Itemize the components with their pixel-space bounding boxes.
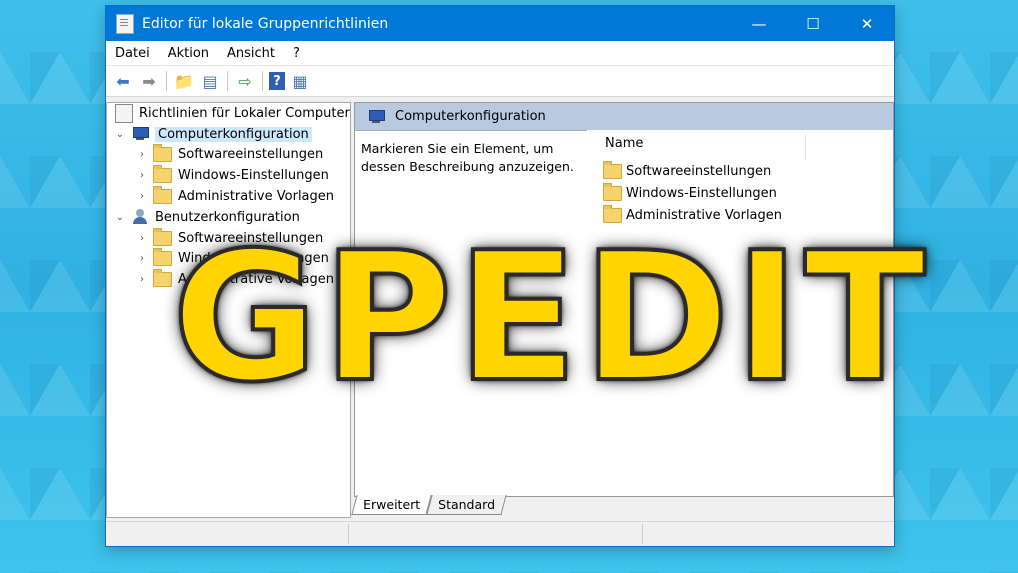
tab-erweitert[interactable]: Erweitert	[351, 495, 432, 515]
description-text: Markieren Sie ein Element, um dessen Bes…	[361, 141, 574, 174]
folder-icon	[153, 269, 172, 288]
details-title: Computerkonfiguration	[395, 109, 546, 124]
minimize-button[interactable]: —	[732, 6, 786, 41]
menu-help[interactable]: ?	[284, 46, 309, 61]
window-title: Editor für lokale Gruppenrichtlinien	[142, 15, 389, 32]
chevron-down-icon[interactable]: ⌄	[113, 129, 127, 140]
list-item-label: Windows-Einstellungen	[626, 186, 777, 201]
chevron-right-icon[interactable]: ›	[135, 170, 149, 181]
chevron-down-icon[interactable]: ⌄	[113, 212, 127, 223]
export-list-icon[interactable]: ⇨	[234, 70, 256, 92]
tree-item-label: Computerkonfiguration	[155, 126, 312, 142]
close-button[interactable]: ✕	[840, 6, 894, 41]
chevron-right-icon[interactable]: ›	[135, 274, 149, 285]
tree-item-label: Windows-Einstellungen	[178, 168, 329, 184]
up-folder-icon[interactable]: 📁	[173, 70, 195, 92]
show-hide-tree-icon[interactable]: ▤	[199, 70, 221, 92]
tree-item-label: Softwareeinstellungen	[178, 147, 324, 163]
tree-item-computer[interactable]: ⌄ Computerkonfiguration	[107, 124, 350, 145]
back-arrow-icon[interactable]: ⬅	[112, 70, 134, 92]
folder-icon	[603, 183, 622, 201]
list-item[interactable]: Windows-Einstellungen	[603, 183, 777, 201]
folder-icon	[153, 227, 172, 246]
user-icon	[131, 209, 149, 225]
chevron-right-icon[interactable]: ›	[135, 149, 149, 160]
menu-datei[interactable]: Datei	[106, 46, 159, 61]
chevron-right-icon[interactable]: ›	[135, 191, 149, 202]
folder-icon	[153, 186, 172, 205]
tree-item-computer-software[interactable]: › Softwareeinstellungen	[107, 144, 350, 166]
gpedit-app-icon	[116, 13, 134, 34]
menu-bar: Datei Aktion Ansicht ?	[106, 41, 894, 66]
tree-item-computer-admin[interactable]: › Administrative Vorlagen	[107, 186, 350, 207]
view-tabs: Erweitert Standard	[351, 495, 507, 515]
column-header-name[interactable]: Name	[605, 136, 643, 151]
gpedit-overlay-title: GPEDIT	[170, 214, 930, 421]
tab-standard[interactable]: Standard	[426, 495, 507, 515]
list-item-label: Softwareeinstellungen	[626, 164, 772, 179]
details-header: Computerkonfiguration	[355, 103, 893, 131]
toolbar: ⬅ ➡ 📁 ▤ ⇨ ? ▦	[106, 66, 894, 97]
computer-icon	[367, 109, 385, 124]
tree-item-label: Administrative Vorlagen	[178, 189, 335, 205]
tree-root-label: Richtlinien für Lokaler Computer	[139, 105, 350, 121]
filter-view-icon[interactable]: ▦	[289, 70, 311, 92]
chevron-right-icon[interactable]: ›	[135, 253, 149, 264]
folder-icon	[153, 144, 172, 163]
folder-icon	[153, 248, 172, 267]
menu-ansicht[interactable]: Ansicht	[218, 46, 284, 61]
tree-root[interactable]: Richtlinien für Lokaler Computer	[107, 103, 350, 124]
forward-arrow-icon[interactable]: ➡	[138, 70, 160, 92]
policy-icon	[115, 103, 133, 123]
chevron-right-icon[interactable]: ›	[135, 233, 149, 244]
title-bar[interactable]: Editor für lokale Gruppenrichtlinien — ☐…	[106, 6, 894, 41]
help-icon[interactable]: ?	[269, 72, 285, 90]
maximize-button[interactable]: ☐	[786, 6, 840, 41]
status-bar	[106, 521, 894, 546]
computer-icon	[131, 127, 149, 141]
folder-icon	[153, 165, 172, 184]
folder-icon	[603, 161, 622, 179]
list-item[interactable]: Softwareeinstellungen	[603, 161, 772, 179]
tree-item-computer-windows[interactable]: › Windows-Einstellungen	[107, 165, 350, 186]
menu-aktion[interactable]: Aktion	[159, 46, 218, 61]
